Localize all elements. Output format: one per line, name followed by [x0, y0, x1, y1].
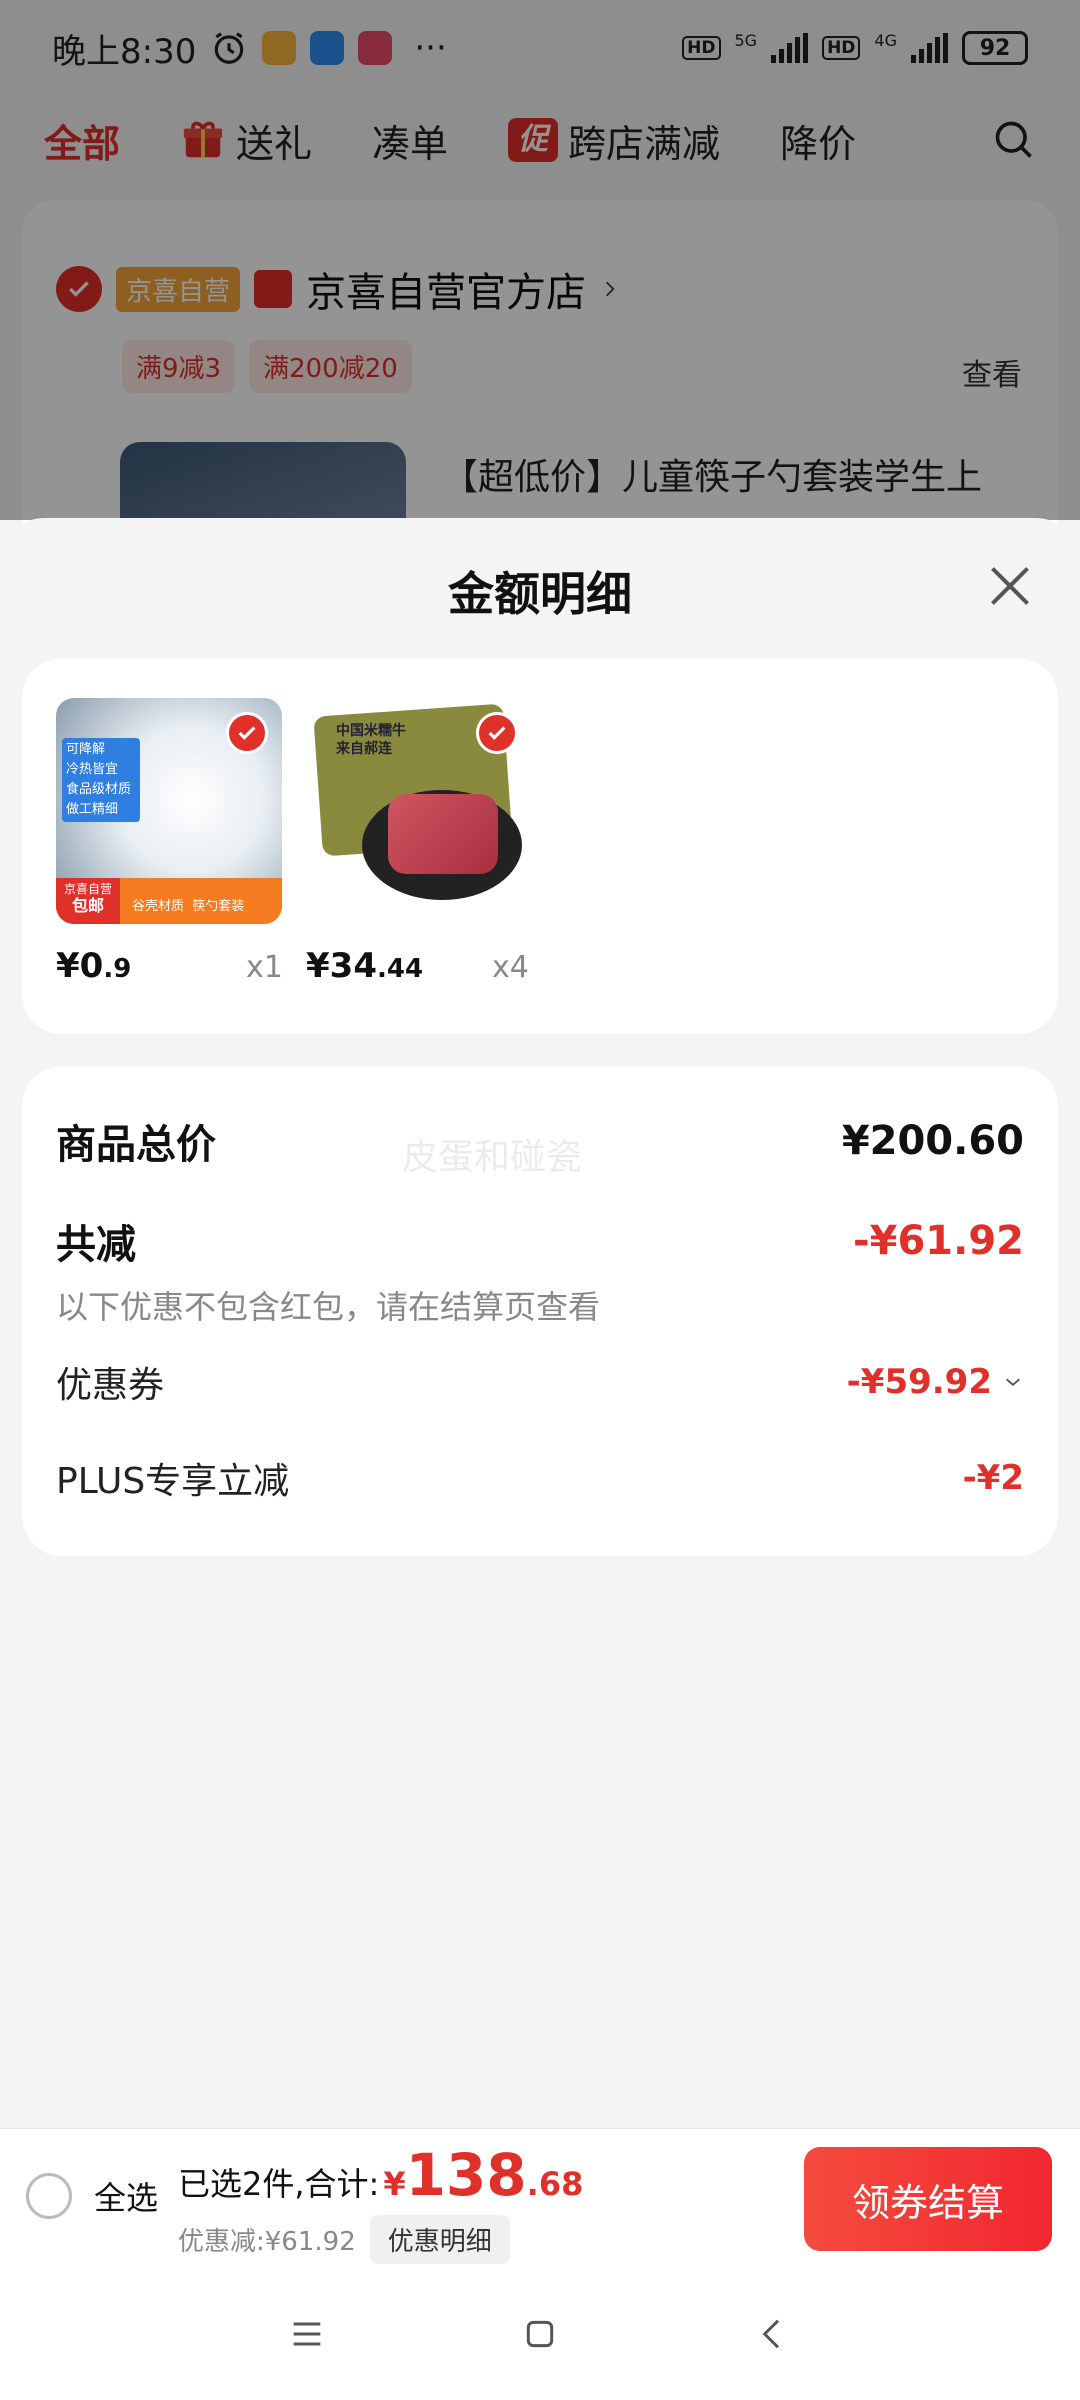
price-dec: .44: [376, 954, 424, 984]
total-int: 138: [405, 2141, 527, 2209]
total-row: 商品总价 ¥200.60: [56, 1112, 1024, 1170]
menu-icon[interactable]: [287, 2314, 327, 2354]
price-int: ¥0: [56, 946, 104, 986]
discount-row: 共减 -¥61.92: [56, 1212, 1024, 1270]
discount-summary: 优惠减:¥61.92 优惠明细: [178, 2215, 510, 2264]
product-qty: x1: [246, 950, 283, 985]
amount-detail-sheet: 金额明细 可降解 冷热皆宜 食品级材质 做工精细 京喜自营 包邮 谷壳材质 筷勺…: [0, 518, 1080, 2400]
amount-detail-card: 皮蛋和碰瓷 商品总价 ¥200.60 共减 -¥61.92 以下优惠不包含红包，…: [22, 1066, 1058, 1556]
products-card: 可降解 冷热皆宜 食品级材质 做工精细 京喜自营 包邮 谷壳材质 筷勺套装 ¥0…: [22, 658, 1058, 1034]
plus-label: PLUS专享立减: [56, 1461, 290, 1502]
dim-overlay[interactable]: [0, 0, 1080, 520]
product-label: 包邮: [71, 896, 104, 915]
discount-label: 共减: [56, 1222, 136, 1268]
product-label: 谷壳材质 筷勺套装: [132, 899, 245, 914]
system-nav-bar: [0, 2268, 1080, 2400]
product-image[interactable]: 可降解 冷热皆宜 食品级材质 做工精细 京喜自营 包邮 谷壳材质 筷勺套装: [56, 698, 282, 924]
sheet-title: 金额明细: [448, 567, 632, 621]
discount-detail-button[interactable]: 优惠明细: [369, 2215, 510, 2264]
plus-row: PLUS专享立减 -¥2: [56, 1452, 1024, 1504]
selected-text: 已选2件,合计:: [178, 2165, 380, 2203]
coupon-row[interactable]: 优惠券 -¥59.92: [56, 1356, 1024, 1408]
product-image[interactable]: 中国米糯牛 来自郝连: [306, 698, 532, 924]
plus-value: -¥2: [962, 1458, 1024, 1498]
product-check-icon[interactable]: [476, 712, 518, 754]
checkout-button[interactable]: 领券结算: [804, 2147, 1052, 2251]
total-value: ¥200.60: [841, 1118, 1024, 1164]
coupon-value-wrap[interactable]: -¥59.92: [847, 1362, 1024, 1402]
app-screen: 晚上8:30 ··· HD 5G HD 4G 92 全部 送礼 凑单 促 跨店满…: [0, 0, 1080, 2400]
discount-value: -¥61.92: [853, 1218, 1024, 1264]
total-currency: ¥: [383, 2165, 406, 2203]
product-price: ¥0.9: [56, 946, 131, 986]
discount-note: 以下优惠不包含红包，请在结算页查看: [56, 1288, 601, 1326]
product-qty: x4: [492, 950, 529, 985]
total-summary: 已选2件,合计: ¥ 138 .68: [178, 2141, 583, 2209]
product-price: ¥34.44: [306, 946, 423, 986]
select-all[interactable]: 全选: [26, 2173, 158, 2219]
product-item[interactable]: 中国米糯牛 来自郝连 ¥34.44 x4: [306, 698, 532, 986]
total-dec: .68: [526, 2165, 584, 2203]
product-label: 冷热皆宜: [66, 762, 119, 777]
checkout-bar: 全选 已选2件,合计: ¥ 138 .68 优惠减:¥61.92 优惠明细 领券…: [0, 2128, 1080, 2268]
home-icon[interactable]: [520, 2314, 560, 2354]
price-dec: .9: [103, 954, 132, 984]
product-label: 做工精细: [66, 802, 119, 817]
product-label: 食品级材质: [66, 782, 132, 797]
product-label: 中国米糯牛: [336, 723, 406, 739]
price-int: ¥34: [306, 946, 377, 986]
product-label: 来自郝连: [336, 741, 392, 757]
product-label: 京喜自营: [63, 882, 112, 896]
total-label: 商品总价: [56, 1122, 216, 1168]
coupon-label: 优惠券: [56, 1365, 165, 1406]
back-icon[interactable]: [753, 2314, 793, 2354]
coupon-value: -¥59.92: [846, 1362, 992, 1402]
discount-text: 优惠减:¥61.92: [178, 2227, 356, 2257]
product-label: 可降解: [66, 742, 106, 757]
close-icon[interactable]: [980, 556, 1040, 616]
chevron-down-icon: [1005, 1378, 1021, 1386]
product-check-icon[interactable]: [226, 712, 268, 754]
select-all-label: 全选: [94, 2179, 159, 2217]
select-all-radio[interactable]: [26, 2173, 72, 2219]
product-item[interactable]: 可降解 冷热皆宜 食品级材质 做工精细 京喜自营 包邮 谷壳材质 筷勺套装 ¥0…: [56, 698, 283, 986]
